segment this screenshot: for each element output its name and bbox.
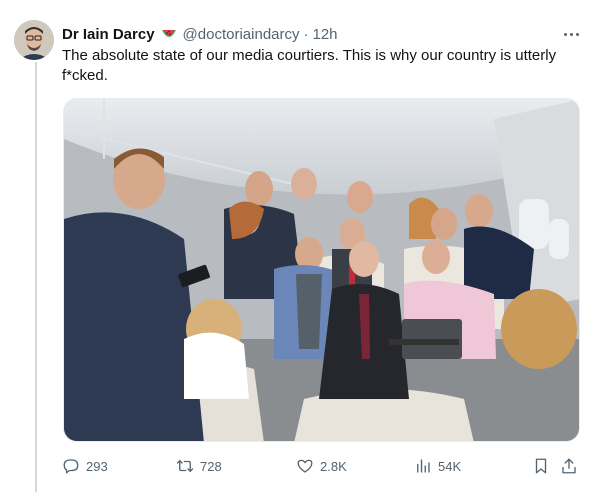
author-name[interactable]: Dr Iain Darcy	[62, 26, 155, 43]
views-button[interactable]: 54K	[414, 454, 461, 478]
retweet-button[interactable]: 728	[176, 454, 222, 478]
reply-button[interactable]: 293	[62, 454, 108, 478]
like-count: 2.8K	[320, 458, 347, 474]
thread-line	[35, 62, 37, 492]
reply-icon	[63, 459, 79, 474]
more-icon[interactable]	[560, 26, 582, 42]
tweet-actions: 293 728 2.8K 54K	[62, 454, 582, 478]
retweet-count: 728	[200, 458, 222, 474]
heart-icon	[297, 459, 313, 473]
watermelon-icon	[161, 28, 177, 40]
retweet-icon	[176, 460, 194, 472]
avatar[interactable]	[14, 20, 54, 60]
share-icon	[562, 458, 576, 474]
bookmark-icon	[535, 458, 547, 474]
photo-airplane-cabin	[64, 99, 579, 441]
tweet-text: The absolute state of our media courtier…	[62, 47, 557, 84]
bookmark-button[interactable]	[532, 454, 550, 478]
tweet-photo[interactable]	[63, 98, 580, 442]
timestamp[interactable]: 12h	[313, 26, 338, 43]
share-button[interactable]	[560, 454, 578, 478]
avatar-photo	[14, 20, 54, 60]
tweet-header: Dr Iain Darcy @doctoriaindarcy · 12h	[62, 24, 338, 44]
separator-dot: ·	[303, 25, 309, 43]
like-button[interactable]: 2.8K	[296, 454, 347, 478]
reply-count: 293	[86, 458, 108, 474]
bar-chart-icon	[417, 459, 430, 473]
view-count: 54K	[438, 458, 462, 474]
author-handle[interactable]: @doctoriaindarcy	[183, 26, 300, 43]
